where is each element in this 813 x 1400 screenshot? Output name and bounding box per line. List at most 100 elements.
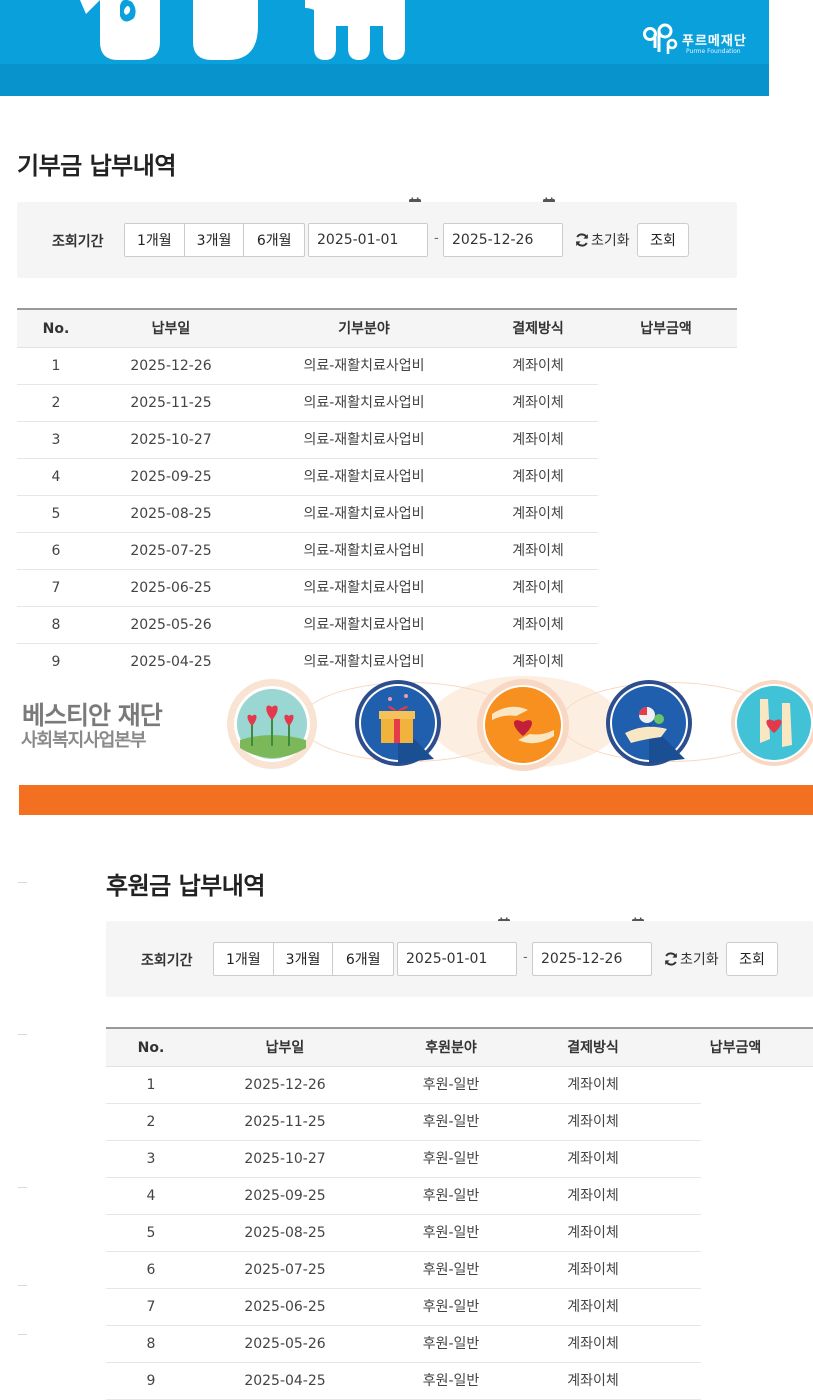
period-3-month-button[interactable]: 3개월 (274, 943, 334, 975)
cell-field: 후원-일반 (422, 1077, 480, 1093)
period-6-month-button[interactable]: 6개월 (333, 943, 393, 975)
table-row: 5 2025-08-25 의료-재활치료사업비 계좌이체 (17, 496, 737, 533)
reset-label: 초기화 (591, 233, 630, 249)
end-date-input[interactable] (532, 942, 652, 976)
column-header-method: 결제방식 (512, 321, 564, 337)
flowers-heart-icon (227, 679, 317, 769)
date-range-separator: - (523, 950, 528, 965)
column-header-field: 후원분야 (425, 1040, 477, 1056)
gift-icon (355, 680, 441, 766)
cell-no: 2 (51, 395, 61, 411)
cell-date: 2025-09-25 (244, 1188, 326, 1204)
period-button-group: 1개월 3개월 6개월 (124, 223, 305, 257)
cell-field: 의료-재활치료사업비 (303, 395, 425, 411)
table-row: 3 2025-10-27 후원-일반 계좌이체 (106, 1141, 813, 1178)
cell-method: 계좌이체 (567, 1373, 619, 1389)
hands-heart-icon (731, 680, 813, 766)
cell-method: 계좌이체 (512, 506, 564, 522)
hand-pills-icon (606, 680, 692, 766)
table-row: 2 2025-11-25 의료-재활치료사업비 계좌이체 (17, 385, 737, 422)
filter-label: 조회기간 (52, 234, 104, 250)
divider (18, 1334, 27, 1335)
period-3-month-button[interactable]: 3개월 (185, 224, 245, 256)
bestian-subtitle: 사회복지사업본부 (21, 730, 146, 751)
cell-field: 의료-재활치료사업비 (303, 580, 425, 596)
start-date-input[interactable] (308, 223, 428, 257)
table-row: 1 2025-12-26 의료-재활치료사업비 계좌이체 (17, 348, 737, 385)
purme-logo[interactable]: 푸르메재단 Purme Foundation (641, 22, 761, 62)
cell-method: 계좌이체 (567, 1336, 619, 1352)
cell-method: 계좌이체 (567, 1225, 619, 1241)
cell-no: 5 (51, 506, 61, 522)
cell-method: 계좌이체 (512, 432, 564, 448)
cell-field: 후원-일반 (422, 1151, 480, 1167)
table-header: No. 납부일 후원분야 결제방식 납부금액 (106, 1029, 813, 1067)
cell-no: 7 (51, 580, 61, 596)
cell-field: 후원-일반 (422, 1262, 480, 1278)
top-banner: 푸르메재단 Purme Foundation (0, 0, 769, 96)
cell-method: 계좌이체 (512, 617, 564, 633)
cell-no: 1 (51, 358, 61, 374)
cell-method: 계좌이체 (567, 1188, 619, 1204)
period-1-month-button[interactable]: 1개월 (125, 224, 185, 256)
cell-field: 의료-재활치료사업비 (303, 617, 425, 633)
cell-date: 2025-04-25 (244, 1373, 326, 1389)
cell-date: 2025-11-25 (244, 1114, 326, 1130)
reset-label: 초기화 (680, 952, 719, 968)
cell-no: 7 (146, 1299, 156, 1315)
sponsor-table: No. 납부일 후원분야 결제방식 납부금액 1 2025-12-26 후원-일반 계… (106, 1027, 813, 1400)
cell-date: 2025-08-25 (244, 1225, 326, 1241)
cell-no: 6 (146, 1262, 156, 1278)
table-row: 5 2025-08-25 후원-일반 계좌이체 (106, 1215, 813, 1252)
cell-field: 의료-재활치료사업비 (303, 358, 425, 374)
cell-method: 계좌이체 (512, 358, 564, 374)
table-row: 1 2025-12-26 후원-일반 계좌이체 (106, 1067, 813, 1104)
hands-heart-icon (477, 679, 569, 771)
column-header-date: 납부일 (151, 321, 191, 337)
cell-date: 2025-10-27 (130, 432, 212, 448)
column-header-date: 납부일 (265, 1040, 305, 1056)
cell-date: 2025-10-27 (244, 1151, 326, 1167)
cell-date: 2025-06-25 (130, 580, 212, 596)
cell-no: 1 (146, 1077, 156, 1093)
table-row: 2 2025-11-25 후원-일반 계좌이체 (106, 1104, 813, 1141)
reset-button[interactable]: 초기화 (574, 230, 630, 250)
refresh-icon (665, 952, 677, 966)
end-date-input[interactable] (443, 223, 563, 257)
period-button-group: 1개월 3개월 6개월 (213, 942, 394, 976)
table-row: 3 2025-10-27 의료-재활치료사업비 계좌이체 (17, 422, 737, 459)
table-body: 1 2025-12-26 후원-일반 계좌이체 2 2025-11-25 후원-일반 계좌이체… (106, 1067, 813, 1400)
start-date-input[interactable] (397, 942, 517, 976)
cell-field: 후원-일반 (422, 1225, 480, 1241)
cell-date: 2025-07-25 (244, 1262, 326, 1278)
sponsor-section: 후원금 납부내역 조회기간 1개월 3개월 6개월 - 초기화 조회 No. 납… (106, 866, 813, 1400)
cell-field: 후원-일반 (422, 1299, 480, 1315)
cell-no: 4 (51, 469, 61, 485)
cell-method: 계좌이체 (567, 1077, 619, 1093)
cell-date: 2025-09-25 (130, 469, 212, 485)
period-1-month-button[interactable]: 1개월 (214, 943, 274, 975)
search-filter: 조회기간 1개월 3개월 6개월 - 초기화 조회 (17, 202, 737, 278)
table-row: 8 2025-05-26 후원-일반 계좌이체 (106, 1326, 813, 1363)
table-row: 4 2025-09-25 의료-재활치료사업비 계좌이체 (17, 459, 737, 496)
cell-no: 5 (146, 1225, 156, 1241)
cell-field: 의료-재활치료사업비 (303, 506, 425, 522)
cell-date: 2025-05-26 (130, 617, 212, 633)
search-button[interactable]: 조회 (637, 223, 689, 257)
search-button[interactable]: 조회 (726, 942, 778, 976)
cell-no: 6 (51, 543, 61, 559)
refresh-icon (576, 233, 588, 247)
banner-illustration (80, 0, 405, 60)
cell-date: 2025-05-26 (244, 1336, 326, 1352)
reset-button[interactable]: 초기화 (663, 949, 719, 969)
cell-no: 3 (51, 432, 61, 448)
divider (18, 1034, 27, 1035)
cell-field: 후원-일반 (422, 1336, 480, 1352)
cell-method: 계좌이체 (512, 580, 564, 596)
cell-no: 4 (146, 1188, 156, 1204)
cell-date: 2025-08-25 (130, 506, 212, 522)
period-6-month-button[interactable]: 6개월 (244, 224, 304, 256)
filter-label: 조회기간 (141, 953, 193, 969)
donation-section-title: 기부금 납부내역 (17, 152, 176, 180)
column-header-field: 기부분야 (338, 321, 390, 337)
